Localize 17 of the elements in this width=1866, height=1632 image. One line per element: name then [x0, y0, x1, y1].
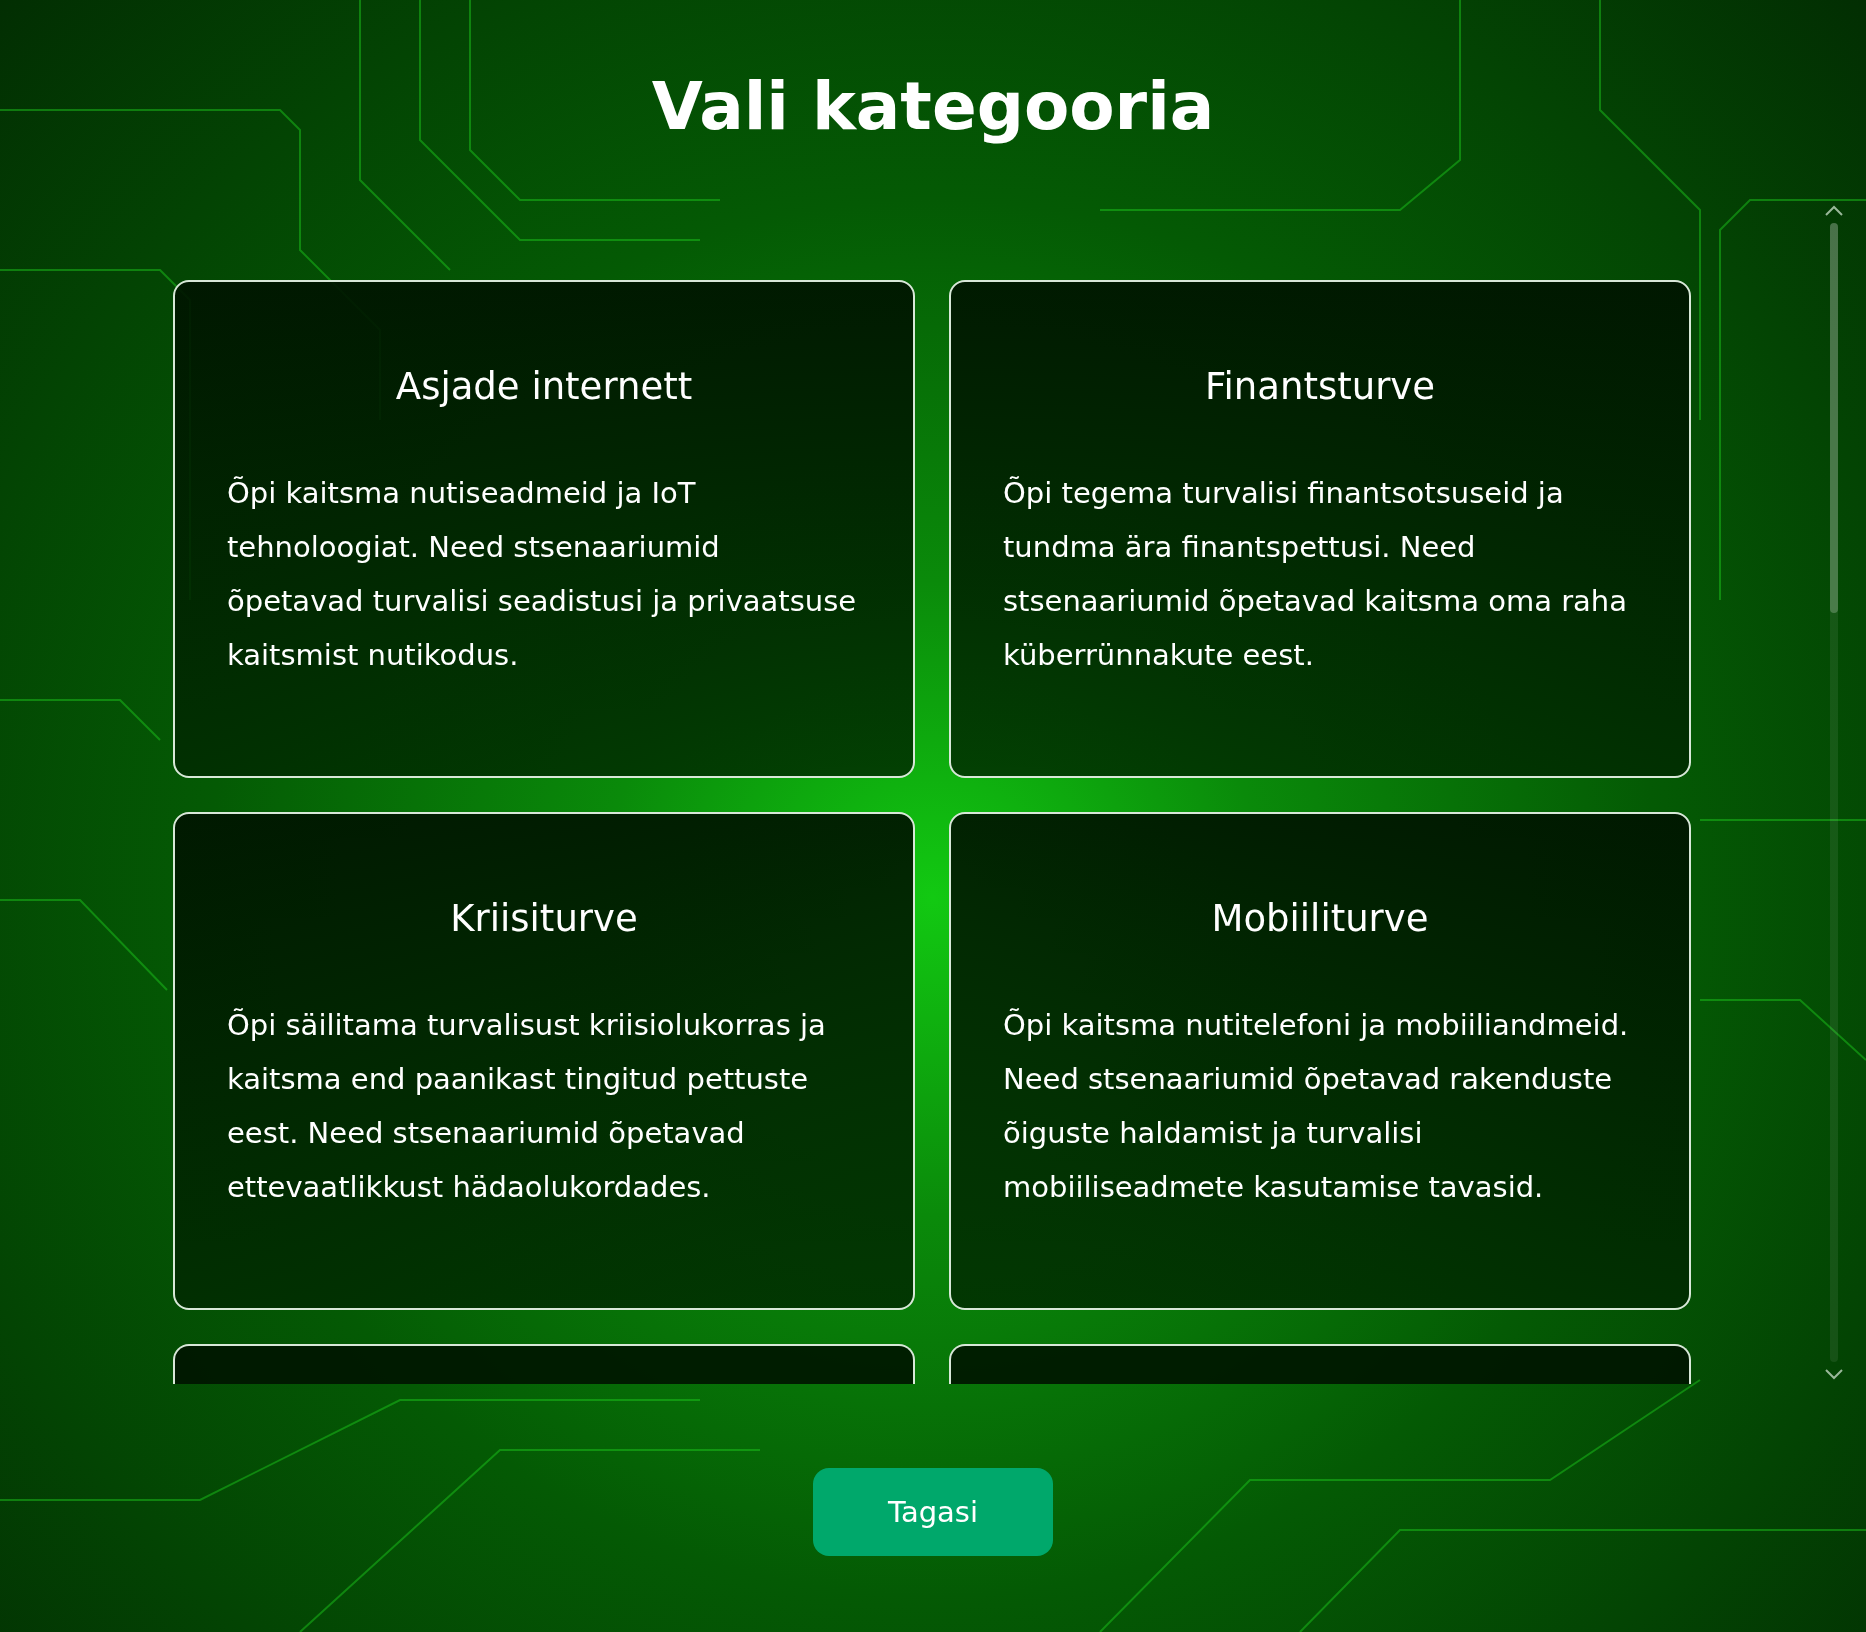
category-title: Mobiiliturve [1210, 896, 1430, 942]
category-card[interactable]: Mobiiliturve Õpi kaitsma nutitelefoni ja mobiiliandmeid. Need stsenaariumid õpetavad rakenduste õiguste haldamist ja turvalisi mobiiliseadmete kasutamise tavasid. [949, 812, 1691, 1310]
scrollbar-track[interactable] [1830, 223, 1838, 1362]
category-card[interactable]: Kriisiturve Õpi säilitama turvalisust kriisiolukorras ja kaitsma end paanikast tingitud pettuste eest. Need stsenaariumid õpetavad ettevaatlikkust hädaolukordades. [173, 812, 915, 1310]
category-title: Kriisiturve [449, 896, 639, 942]
category-description: Õpi säilitama turvalisust kriisiolukorras ja kaitsma end paanikast tingitud pettuste eest. Need stsenaariumid õpetavad ettevaatlikkust hädaolukordades. [227, 1007, 827, 1206]
scrollbar-thumb[interactable] [1830, 223, 1838, 613]
scroll-down-icon[interactable] [1824, 1368, 1844, 1380]
page-title: Vali kategooria [651, 67, 1215, 147]
category-title: Finantsturve [1203, 364, 1437, 410]
scroll-up-icon[interactable] [1824, 205, 1844, 217]
category-description: Õpi tegema turvalisi finantsotsuseid ja tundma ära finantspettusi. Need stsenaariumid õpetavad kaitsma oma raha küberrünnakute eest. [1003, 475, 1628, 674]
category-description: Õpi kaitsma nutiseadmeid ja IoT tehnoloogiat. Need stsenaariumid õpetavad turvalisi seadistusi ja privaatsuse kaitsmist nutikodus. [227, 475, 858, 674]
category-card[interactable]: Asjade internett Õpi kaitsma nutiseadmeid ja IoT tehnoloogiat. Need stsenaariumid õpetavad turvalisi seadistusi ja privaatsuse kaitsmist nutikodus. [173, 280, 915, 778]
category-title: Asjade internett [394, 364, 694, 410]
category-description: Õpi kaitsma nutitelefoni ja mobiiliandmeid. Need stsenaariumid õpetavad rakenduste õiguste haldamist ja turvalisi mobiiliseadmete kasutamise tavasid. [1003, 1007, 1630, 1206]
category-card[interactable]: Finantsturve Õpi tegema turvalisi finantsotsuseid ja tundma ära finantspettusi. Need stsenaariumid õpetavad kaitsma oma raha küberrünnakute eest. [949, 280, 1691, 778]
